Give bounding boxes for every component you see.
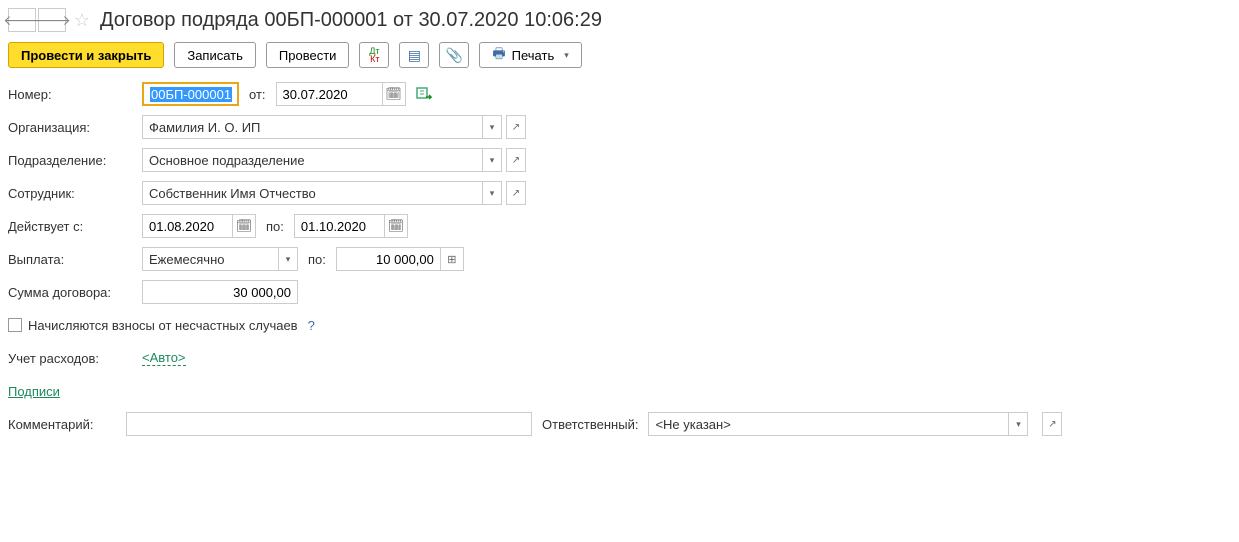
dtkt-button[interactable]: ДтКт <box>359 42 389 68</box>
department-label: Подразделение: <box>8 153 142 168</box>
signatures-link[interactable]: Подписи <box>8 384 60 399</box>
printer-icon: 🖶 <box>492 43 505 67</box>
paperclip-icon: 📎 <box>446 47 463 64</box>
calendar-icon: 🗓 <box>236 218 253 234</box>
department-dropdown-button[interactable]: ▾ <box>482 148 502 172</box>
valid-from-input[interactable] <box>142 214 232 238</box>
date-input[interactable] <box>276 82 382 106</box>
attachments-button[interactable]: 📎 <box>439 42 469 68</box>
responsible-label: Ответственный: <box>542 417 638 432</box>
accident-insurance-checkbox[interactable] <box>8 318 22 332</box>
employee-label: Сотрудник: <box>8 186 142 201</box>
comment-label: Комментарий: <box>8 417 116 432</box>
list-icon: ▤ <box>408 47 421 64</box>
organization-dropdown-button[interactable]: ▾ <box>482 115 502 139</box>
navigate-icon[interactable] <box>416 87 432 101</box>
reports-button[interactable]: ▤ <box>399 42 429 68</box>
favorite-star-icon[interactable]: ☆ <box>70 8 94 32</box>
department-input[interactable]: Основное подразделение <box>142 148 482 172</box>
organization-input[interactable]: Фамилия И. О. ИП <box>142 115 482 139</box>
expense-accounting-label: Учет расходов: <box>8 351 142 366</box>
contract-sum-label: Сумма договора: <box>8 285 142 300</box>
employee-dropdown-button[interactable]: ▾ <box>482 181 502 205</box>
payment-amount-input[interactable] <box>336 247 440 271</box>
chevron-down-icon: ▾ <box>564 50 569 61</box>
print-button[interactable]: 🖶 Печать ▾ <box>479 42 581 68</box>
valid-from-label: Действует с: <box>8 219 142 234</box>
responsible-input[interactable]: <Не указан> <box>648 412 1008 436</box>
date-picker-button[interactable]: 🗓 <box>382 82 406 106</box>
valid-to-input[interactable] <box>294 214 384 238</box>
organization-open-button[interactable]: ↗ <box>506 115 526 139</box>
calendar-icon: 🗓 <box>388 218 405 234</box>
valid-from-picker-button[interactable]: 🗓 <box>232 214 256 238</box>
post-and-close-button[interactable]: Провести и закрыть <box>8 42 164 68</box>
to-label: по: <box>256 219 294 234</box>
calculator-icon: ⊞ <box>447 253 456 266</box>
forward-button[interactable]: 🡒 <box>38 8 66 32</box>
contract-sum-input[interactable] <box>142 280 298 304</box>
help-icon[interactable]: ? <box>308 318 315 333</box>
page-title: Договор подряда 00БП-000001 от 30.07.202… <box>100 9 602 32</box>
calendar-icon: 🗓 <box>385 86 402 102</box>
print-label: Печать <box>512 48 555 63</box>
from-label: от: <box>239 87 276 102</box>
number-label: Номер: <box>8 87 142 102</box>
toolbar: Провести и закрыть Записать Провести ДтК… <box>8 42 1231 68</box>
employee-input[interactable]: Собственник Имя Отчество <box>142 181 482 205</box>
accident-insurance-label: Начисляются взносы от несчастных случаев <box>28 318 298 333</box>
calculator-button[interactable]: ⊞ <box>440 247 464 271</box>
payment-type-input[interactable]: Ежемесячно <box>142 247 278 271</box>
save-button[interactable]: Записать <box>174 42 256 68</box>
per-label: по: <box>298 252 336 267</box>
number-input[interactable]: 00БП-000001 <box>142 82 239 106</box>
organization-label: Организация: <box>8 120 142 135</box>
back-button[interactable]: 🡐 <box>8 8 36 32</box>
post-button[interactable]: Провести <box>266 42 350 68</box>
payment-type-dropdown-button[interactable]: ▾ <box>278 247 298 271</box>
responsible-open-button[interactable]: ↗ <box>1042 412 1062 436</box>
expense-auto-link[interactable]: <Авто> <box>142 350 186 366</box>
department-open-button[interactable]: ↗ <box>506 148 526 172</box>
payment-label: Выплата: <box>8 252 142 267</box>
dtkt-icon: ДтКт <box>369 47 379 63</box>
responsible-dropdown-button[interactable]: ▾ <box>1008 412 1028 436</box>
valid-to-picker-button[interactable]: 🗓 <box>384 214 408 238</box>
comment-input[interactable] <box>126 412 532 436</box>
employee-open-button[interactable]: ↗ <box>506 181 526 205</box>
